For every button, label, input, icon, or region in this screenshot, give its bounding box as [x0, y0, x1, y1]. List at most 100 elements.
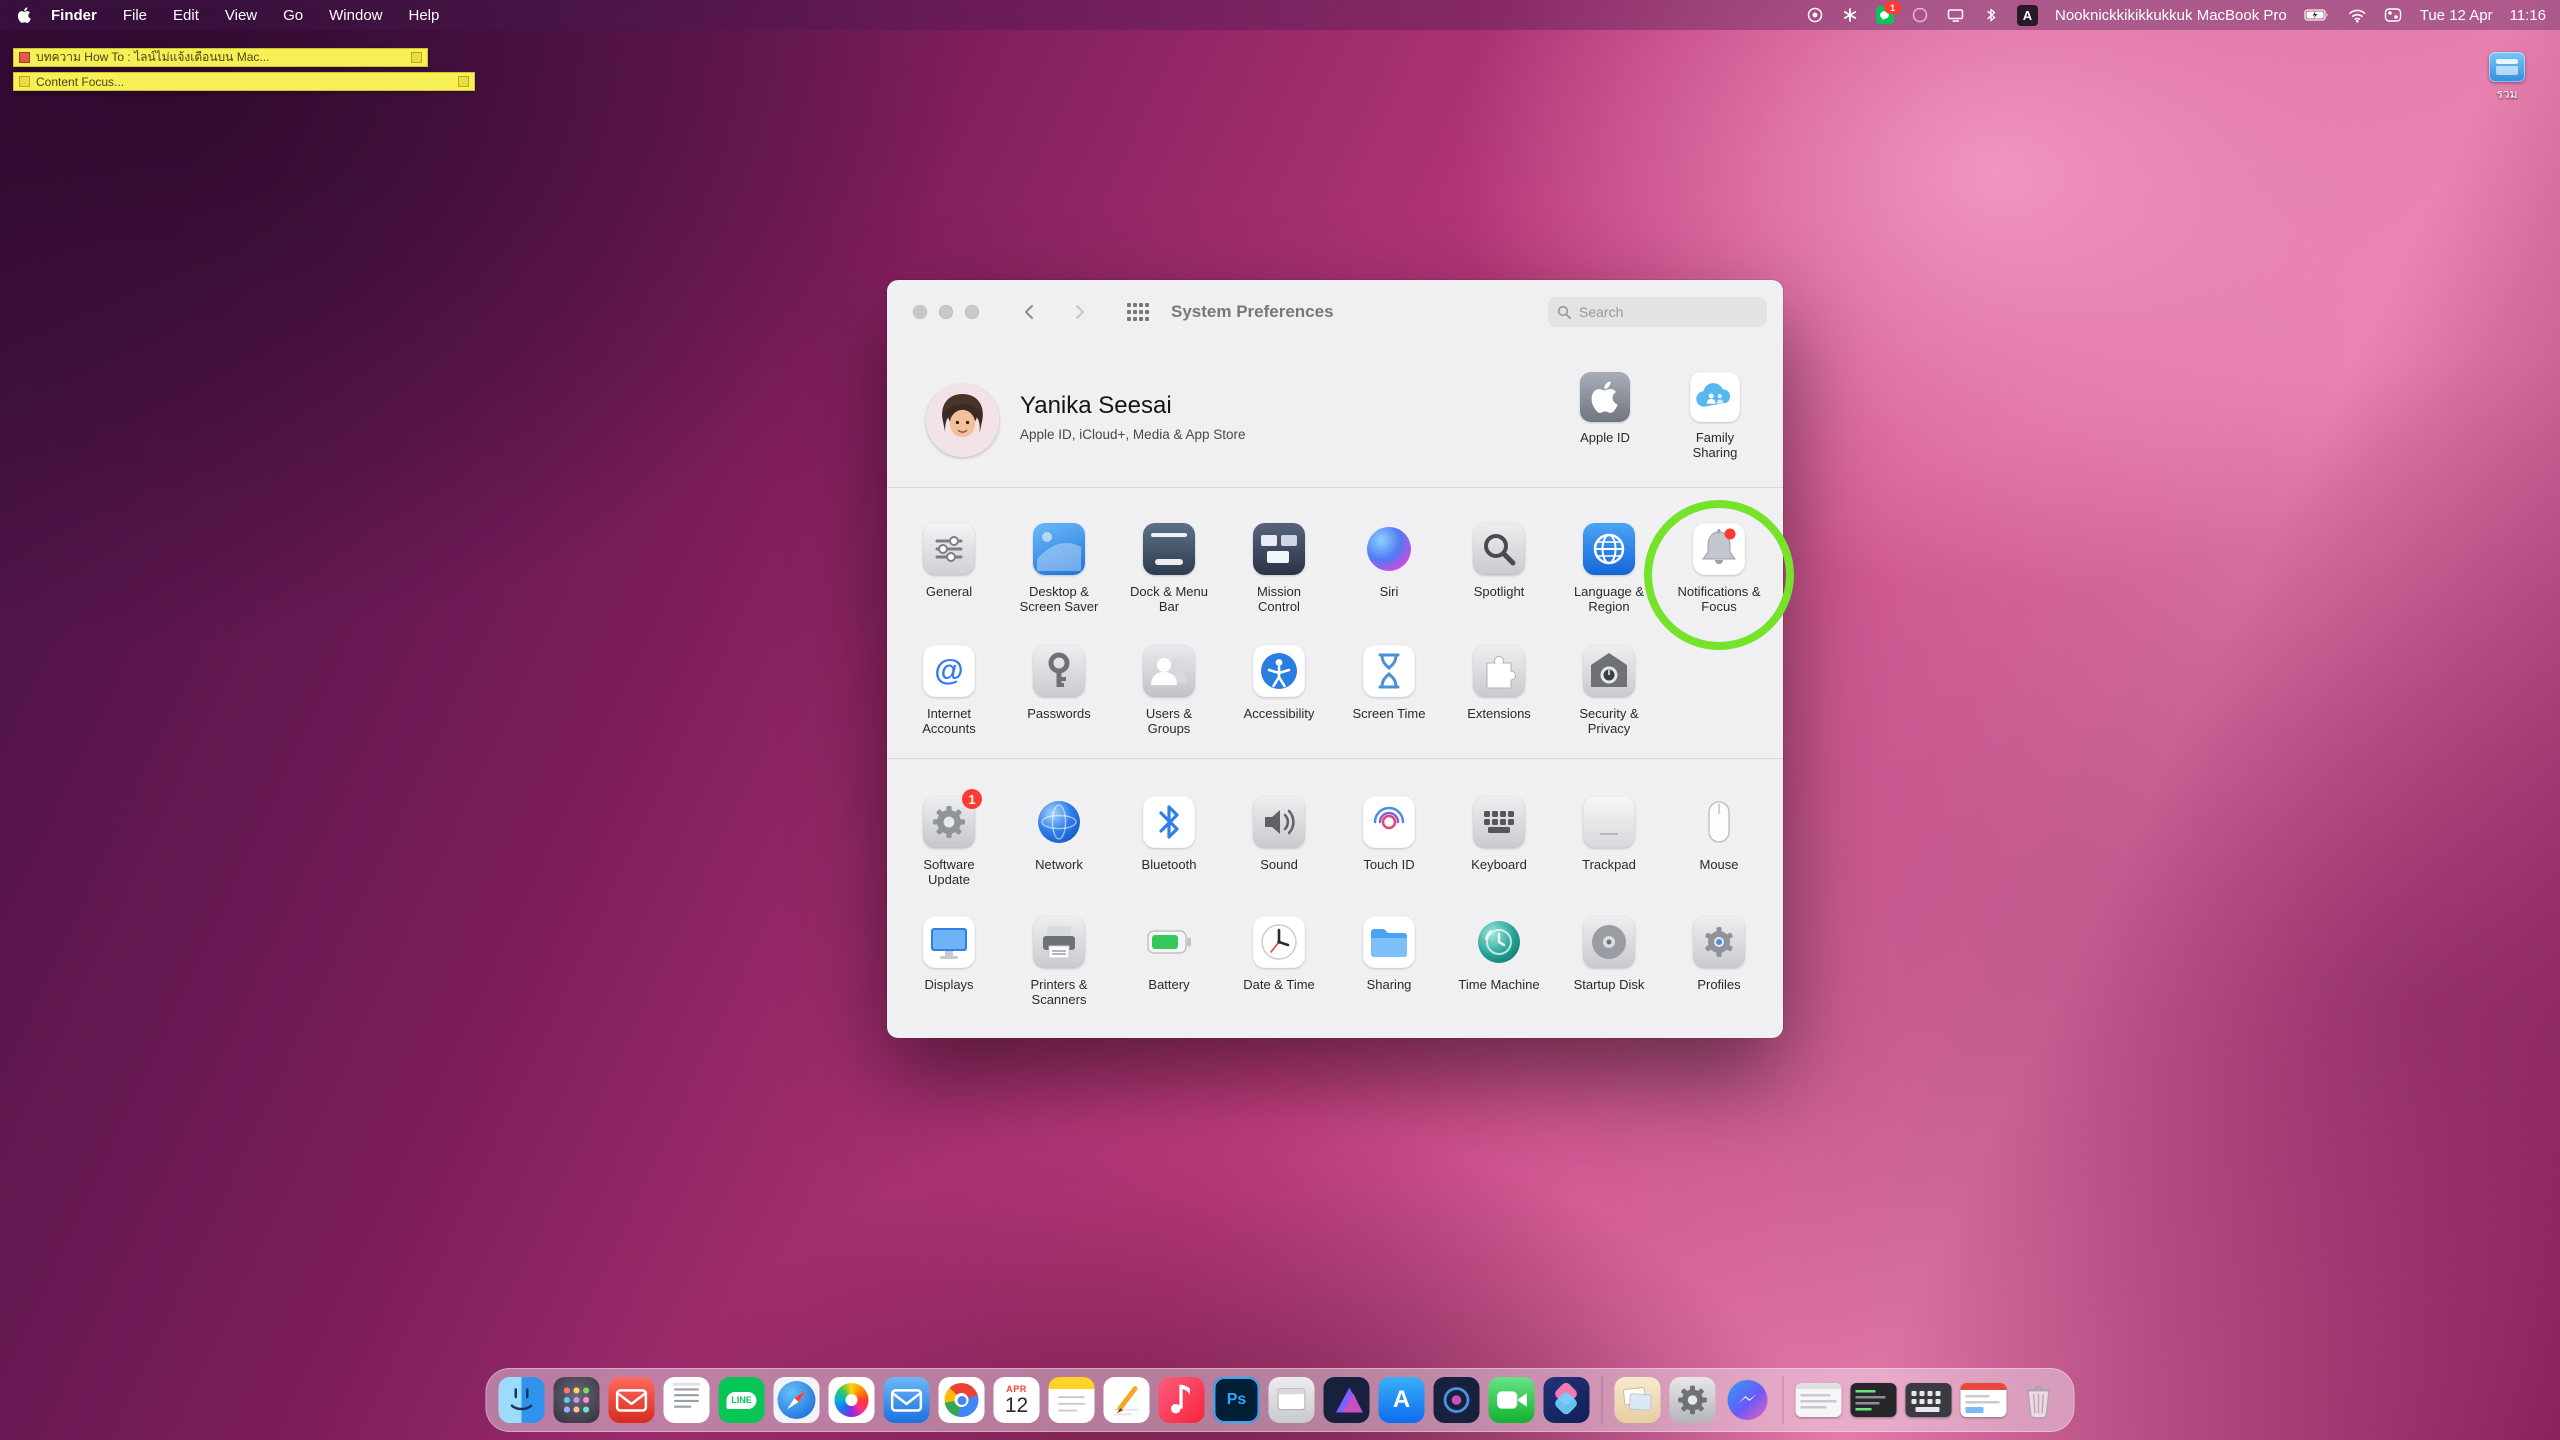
pref-item-software-update[interactable]: 1Software Update [894, 796, 1004, 887]
dock-item-photos[interactable] [829, 1377, 875, 1423]
pref-item-trackpad[interactable]: Trackpad [1554, 796, 1664, 887]
dock-item-shortcuts[interactable] [1544, 1377, 1590, 1423]
pref-item-profiles[interactable]: Profiles [1664, 916, 1774, 1007]
dock-item-textedit[interactable] [664, 1377, 710, 1423]
menu-go[interactable]: Go [270, 7, 316, 24]
dock-item-chrome[interactable] [939, 1377, 985, 1423]
sticky-close-icon[interactable] [19, 76, 30, 87]
dock-item-finder[interactable] [499, 1377, 545, 1423]
display-mirroring-icon[interactable] [1946, 6, 1965, 24]
minimize-button[interactable] [939, 305, 953, 319]
bluetooth-icon[interactable] [1982, 6, 2000, 24]
pref-item-date-time[interactable]: Date & Time [1224, 916, 1334, 1007]
sticky-collapse-icon[interactable] [411, 52, 422, 63]
dock-item-mail-blue[interactable] [884, 1377, 930, 1423]
close-button[interactable] [913, 305, 927, 319]
search-input[interactable] [1577, 303, 1758, 321]
dock-item-minimized-window-4[interactable] [1961, 1383, 2007, 1417]
dock-item-trash[interactable] [2016, 1377, 2062, 1423]
dock-item-minimized-window-1[interactable] [1796, 1383, 1842, 1417]
dock-item-minimized-window-2[interactable] [1851, 1383, 1897, 1417]
pref-item-time-machine[interactable]: Time Machine [1444, 916, 1554, 1007]
back-button[interactable] [1019, 301, 1041, 323]
sticky-window-2[interactable]: Content Focus... [13, 72, 475, 91]
input-source-icon[interactable]: A [2017, 5, 2038, 26]
pref-item-general[interactable]: General [894, 523, 1004, 614]
dock-item-music[interactable] [1159, 1377, 1205, 1423]
pref-item-displays[interactable]: Displays [894, 916, 1004, 1007]
pref-item-siri[interactable]: Siri [1334, 523, 1444, 614]
sticky-window-1[interactable]: บทความ How To : ไลน์ไม่แจ้งเตือนบน Mac..… [13, 48, 428, 67]
menu-edit[interactable]: Edit [160, 7, 212, 24]
pref-item-sound[interactable]: Sound [1224, 796, 1334, 887]
pref-item-users-groups[interactable]: Users & Groups [1114, 645, 1224, 736]
dock-item-affinity-photo[interactable] [1434, 1377, 1480, 1423]
wifi-icon[interactable] [2348, 7, 2367, 23]
dock-item-affinity-designer[interactable] [1324, 1377, 1370, 1423]
pref-item-battery[interactable]: Battery [1114, 916, 1224, 1007]
search-field[interactable] [1548, 297, 1767, 327]
zoom-button[interactable] [965, 305, 979, 319]
dock-item-safari[interactable] [774, 1377, 820, 1423]
pref-item-mission-control[interactable]: Mission Control [1224, 523, 1334, 614]
show-all-grid-icon[interactable] [1127, 303, 1149, 321]
pref-item-keyboard[interactable]: Keyboard [1444, 796, 1554, 887]
account-shortcut-family-sharing[interactable]: Family Sharing [1660, 372, 1770, 460]
trackpad-icon [1583, 796, 1635, 848]
menu-app-name[interactable]: Finder [38, 7, 110, 24]
pref-item-spotlight[interactable]: Spotlight [1444, 523, 1554, 614]
control-center-icon[interactable] [2384, 6, 2403, 24]
pref-item-language-region[interactable]: Language & Region [1554, 523, 1664, 614]
pref-item-accessibility[interactable]: Accessibility [1224, 645, 1334, 736]
menu-bar-time[interactable]: 11:16 [2510, 7, 2546, 24]
sticky-close-icon[interactable] [19, 52, 30, 63]
pref-item-printers-scanners[interactable]: Printers & Scanners [1004, 916, 1114, 1007]
pref-item-touch-id[interactable]: Touch ID [1334, 796, 1444, 887]
dock-item-preview[interactable] [1615, 1377, 1661, 1423]
dock-item-photoshop[interactable]: Ps [1214, 1377, 1260, 1423]
screen-share-icon[interactable] [1911, 6, 1929, 24]
pref-item-passwords[interactable]: Passwords [1004, 645, 1114, 736]
dock-item-window-manager[interactable] [1269, 1377, 1315, 1423]
screen-record-icon[interactable] [1806, 6, 1824, 24]
dock-item-launchpad[interactable] [554, 1377, 600, 1423]
window-titlebar[interactable]: System Preferences [887, 280, 1783, 344]
menu-window[interactable]: Window [316, 7, 395, 24]
menu-view[interactable]: View [212, 7, 270, 24]
dock-item-line[interactable]: LINE [719, 1377, 765, 1423]
device-name[interactable]: Nooknickkikikkukkuk MacBook Pro [2055, 7, 2287, 24]
pref-item-dock-menu-bar[interactable]: Dock & Menu Bar [1114, 523, 1224, 614]
dock-item-system-preferences[interactable] [1670, 1377, 1716, 1423]
pref-item-network[interactable]: Network [1004, 796, 1114, 887]
pref-item-sharing[interactable]: Sharing [1334, 916, 1444, 1007]
menu-file[interactable]: File [110, 7, 160, 24]
forward-button[interactable] [1068, 301, 1090, 323]
user-avatar[interactable] [926, 384, 999, 457]
pref-item-mouse[interactable]: Mouse [1664, 796, 1774, 887]
sticky-collapse-icon[interactable] [458, 76, 469, 87]
account-shortcut-apple-id[interactable]: Apple ID [1550, 372, 1660, 460]
pref-item-desktop-screen-saver[interactable]: Desktop & Screen Saver [1004, 523, 1114, 614]
settings-asterisk-icon[interactable] [1841, 6, 1859, 24]
dock-item-calendar[interactable]: APR12 [994, 1377, 1040, 1423]
menu-bar-date[interactable]: Tue 12 Apr [2420, 7, 2493, 24]
dock-item-pages[interactable] [1104, 1377, 1150, 1423]
dock-item-notes[interactable] [1049, 1377, 1095, 1423]
pref-item-internet-accounts[interactable]: @Internet Accounts [894, 645, 1004, 736]
dock-item-app-store[interactable]: A [1379, 1377, 1425, 1423]
pref-item-bluetooth[interactable]: Bluetooth [1114, 796, 1224, 887]
line-app-status-icon[interactable]: 1 [1876, 6, 1894, 24]
battery-icon[interactable] [2304, 8, 2331, 22]
pref-item-extensions[interactable]: Extensions [1444, 645, 1554, 736]
dock-item-messenger[interactable] [1725, 1377, 1771, 1423]
dock-item-mail-red[interactable] [609, 1377, 655, 1423]
pref-item-security-privacy[interactable]: Security & Privacy [1554, 645, 1664, 736]
menu-help[interactable]: Help [396, 7, 453, 24]
desktop-file-icon[interactable]: รวม [2484, 52, 2530, 104]
dock-item-minimized-window-3[interactable] [1906, 1383, 1952, 1417]
pref-item-startup-disk[interactable]: Startup Disk [1554, 916, 1664, 1007]
dock-item-facetime[interactable] [1489, 1377, 1535, 1423]
pref-item-notifications-focus[interactable]: Notifications & Focus [1664, 523, 1774, 614]
pref-item-screen-time[interactable]: Screen Time [1334, 645, 1444, 736]
apple-menu-icon[interactable] [16, 6, 34, 24]
